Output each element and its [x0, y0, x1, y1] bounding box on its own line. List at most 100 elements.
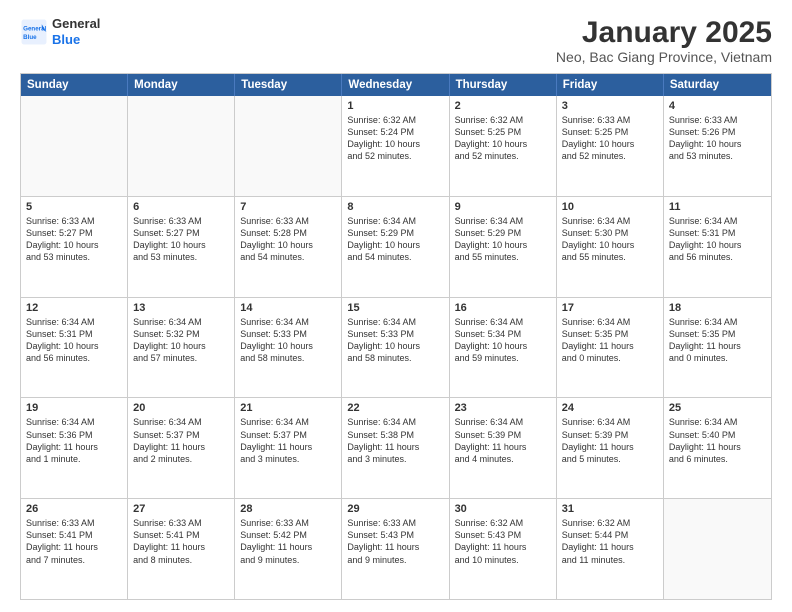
cell-text: Sunrise: 6:33 AM Sunset: 5:43 PM Dayligh… [347, 517, 443, 566]
day-number: 13 [133, 302, 229, 314]
table-row: 15Sunrise: 6:34 AM Sunset: 5:33 PM Dayli… [342, 298, 449, 398]
title-block: January 2025 Neo, Bac Giang Province, Vi… [556, 16, 772, 65]
header: General Blue General Blue January 2025 N… [20, 16, 772, 65]
cell-text: Sunrise: 6:34 AM Sunset: 5:30 PM Dayligh… [562, 215, 658, 264]
table-row: 16 Sunrise: 6:34 AM Sunset: 5:34 PM Dayli… [450, 298, 557, 398]
table-row: 26Sunrise: 6:33 AM Sunset: 5:41 PM Dayli… [21, 499, 128, 599]
header-tuesday: Tuesday [235, 74, 342, 96]
table-row: 17 Sunrise: 6:34 AM Sunset: 5:35 PM Dayli… [557, 298, 664, 398]
logo-text-blue: Blue [52, 32, 100, 48]
week-row-1: 1 Sunrise: 6:32 AM Sunset: 5:24 PM Daylig… [21, 96, 771, 196]
table-row: 23Sunrise: 6:34 AM Sunset: 5:39 PM Dayli… [450, 398, 557, 498]
header-monday: Monday [128, 74, 235, 96]
day-number: 18 [669, 302, 766, 314]
day-number: 17 [562, 302, 658, 314]
cell-text: Sunrise: 6:34 AM Sunset: 5:35 PM Dayligh… [562, 316, 658, 365]
day-number: 15 [347, 302, 443, 314]
cell-text: Sunrise: 6:34 AM Sunset: 5:36 PM Dayligh… [26, 416, 122, 465]
cell-text: Sunrise: 6:33 AM Sunset: 5:26 PM Dayligh… [669, 114, 766, 163]
cell-text: Sunrise: 6:33 AM Sunset: 5:27 PM Dayligh… [133, 215, 229, 264]
table-row: 3 Sunrise: 6:33 AM Sunset: 5:25 PM Daylig… [557, 96, 664, 196]
page-subtitle: Neo, Bac Giang Province, Vietnam [556, 49, 772, 65]
cell-text: Sunrise: 6:32 AM Sunset: 5:24 PM Dayligh… [347, 114, 443, 163]
day-number: 21 [240, 402, 336, 414]
table-row: 12 Sunrise: 6:34 AM Sunset: 5:31 PM Dayli… [21, 298, 128, 398]
table-row: 29 Sunrise: 6:33 AM Sunset: 5:43 PM Dayli… [342, 499, 449, 599]
table-row: 20Sunrise: 6:34 AM Sunset: 5:37 PM Dayli… [128, 398, 235, 498]
table-row: 13 Sunrise: 6:34 AM Sunset: 5:32 PM Dayli… [128, 298, 235, 398]
table-row: 24Sunrise: 6:34 AM Sunset: 5:39 PM Dayli… [557, 398, 664, 498]
day-number: 7 [240, 201, 336, 213]
header-thursday: Thursday [450, 74, 557, 96]
cell-text: Sunrise: 6:32 AM Sunset: 5:43 PM Dayligh… [455, 517, 551, 566]
day-number: 3 [562, 100, 658, 112]
week-row-5: 26Sunrise: 6:33 AM Sunset: 5:41 PM Dayli… [21, 498, 771, 599]
day-number: 6 [133, 201, 229, 213]
day-number: 16 [455, 302, 551, 314]
calendar-header: Sunday Monday Tuesday Wednesday Thursday… [21, 74, 771, 96]
table-row: 25Sunrise: 6:34 AM Sunset: 5:40 PM Dayli… [664, 398, 771, 498]
table-row: 31 Sunrise: 6:32 AM Sunset: 5:44 PM Dayli… [557, 499, 664, 599]
table-row: 30 Sunrise: 6:32 AM Sunset: 5:43 PM Dayli… [450, 499, 557, 599]
day-number: 31 [562, 503, 658, 515]
day-number: 23 [455, 402, 551, 414]
svg-text:Blue: Blue [23, 34, 37, 41]
week-row-3: 12 Sunrise: 6:34 AM Sunset: 5:31 PM Dayli… [21, 297, 771, 398]
day-number: 30 [455, 503, 551, 515]
day-number: 11 [669, 201, 766, 213]
table-row: 27Sunrise: 6:33 AM Sunset: 5:41 PM Dayli… [128, 499, 235, 599]
cell-text: Sunrise: 6:33 AM Sunset: 5:41 PM Dayligh… [133, 517, 229, 566]
day-number: 8 [347, 201, 443, 213]
cell-text: Sunrise: 6:34 AM Sunset: 5:37 PM Dayligh… [133, 416, 229, 465]
table-row [235, 96, 342, 196]
day-number: 22 [347, 402, 443, 414]
day-number: 25 [669, 402, 766, 414]
cell-text: Sunrise: 6:32 AM Sunset: 5:44 PM Dayligh… [562, 517, 658, 566]
logo-icon: General Blue [20, 18, 48, 46]
table-row [664, 499, 771, 599]
table-row: 19 Sunrise: 6:34 AM Sunset: 5:36 PM Dayli… [21, 398, 128, 498]
day-number: 19 [26, 402, 122, 414]
logo-text-general: General [52, 16, 100, 32]
table-row: 4Sunrise: 6:33 AM Sunset: 5:26 PM Daylig… [664, 96, 771, 196]
week-row-4: 19 Sunrise: 6:34 AM Sunset: 5:36 PM Dayli… [21, 397, 771, 498]
day-number: 1 [347, 100, 443, 112]
day-number: 29 [347, 503, 443, 515]
cell-text: Sunrise: 6:34 AM Sunset: 5:34 PM Dayligh… [455, 316, 551, 365]
cell-text: Sunrise: 6:34 AM Sunset: 5:37 PM Dayligh… [240, 416, 336, 465]
cell-text: Sunrise: 6:34 AM Sunset: 5:33 PM Dayligh… [240, 316, 336, 365]
page-title: January 2025 [556, 16, 772, 49]
table-row: 18 Sunrise: 6:34 AM Sunset: 5:35 PM Dayli… [664, 298, 771, 398]
table-row: 7 Sunrise: 6:33 AM Sunset: 5:28 PM Daylig… [235, 197, 342, 297]
table-row: 14 Sunrise: 6:34 AM Sunset: 5:33 PM Dayli… [235, 298, 342, 398]
cell-text: Sunrise: 6:34 AM Sunset: 5:29 PM Dayligh… [455, 215, 551, 264]
table-row: 1 Sunrise: 6:32 AM Sunset: 5:24 PM Daylig… [342, 96, 449, 196]
day-number: 10 [562, 201, 658, 213]
day-number: 24 [562, 402, 658, 414]
page: General Blue General Blue January 2025 N… [0, 0, 792, 612]
day-number: 5 [26, 201, 122, 213]
table-row [128, 96, 235, 196]
table-row: 10 Sunrise: 6:34 AM Sunset: 5:30 PM Dayli… [557, 197, 664, 297]
header-wednesday: Wednesday [342, 74, 449, 96]
cell-text: Sunrise: 6:33 AM Sunset: 5:27 PM Dayligh… [26, 215, 122, 264]
day-number: 9 [455, 201, 551, 213]
day-number: 2 [455, 100, 551, 112]
day-number: 14 [240, 302, 336, 314]
calendar-body: 1 Sunrise: 6:32 AM Sunset: 5:24 PM Daylig… [21, 96, 771, 599]
table-row: 21 Sunrise: 6:34 AM Sunset: 5:37 PM Dayli… [235, 398, 342, 498]
cell-text: Sunrise: 6:33 AM Sunset: 5:25 PM Dayligh… [562, 114, 658, 163]
cell-text: Sunrise: 6:34 AM Sunset: 5:31 PM Dayligh… [26, 316, 122, 365]
table-row: 9 Sunrise: 6:34 AM Sunset: 5:29 PM Daylig… [450, 197, 557, 297]
table-row: 5 Sunrise: 6:33 AM Sunset: 5:27 PM Daylig… [21, 197, 128, 297]
cell-text: Sunrise: 6:34 AM Sunset: 5:35 PM Dayligh… [669, 316, 766, 365]
table-row [21, 96, 128, 196]
cell-text: Sunrise: 6:33 AM Sunset: 5:28 PM Dayligh… [240, 215, 336, 264]
cell-text: Sunrise: 6:34 AM Sunset: 5:32 PM Dayligh… [133, 316, 229, 365]
day-number: 12 [26, 302, 122, 314]
logo: General Blue General Blue [20, 16, 100, 47]
day-number: 28 [240, 503, 336, 515]
cell-text: Sunrise: 6:33 AM Sunset: 5:42 PM Dayligh… [240, 517, 336, 566]
calendar: Sunday Monday Tuesday Wednesday Thursday… [20, 73, 772, 600]
cell-text: Sunrise: 6:33 AM Sunset: 5:41 PM Dayligh… [26, 517, 122, 566]
